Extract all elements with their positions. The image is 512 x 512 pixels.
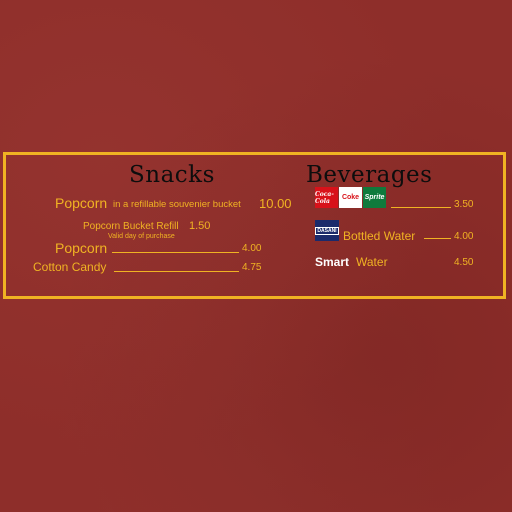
popcorn-bucket-desc: in a refillable souvenier bucket — [113, 199, 241, 210]
coca-cola-logo: Coca-Cola — [315, 187, 338, 208]
bottled-water-leader-line — [424, 238, 451, 239]
bottled-water-price: 4.00 — [454, 231, 474, 242]
popcorn-bucket-price: 10.00 — [259, 196, 292, 211]
popcorn-leader-line — [112, 252, 239, 253]
cotton-candy-name: Cotton Candy — [33, 260, 107, 274]
cotton-candy-price: 4.75 — [242, 262, 262, 273]
smart-water-price: 4.50 — [454, 257, 474, 268]
beverages-heading: Beverages — [306, 162, 433, 188]
popcorn-bucket-name: Popcorn — [55, 195, 108, 211]
snacks-heading: Snacks — [129, 162, 215, 188]
dasani-logo: DASANI — [315, 220, 339, 241]
popcorn-price: 4.00 — [242, 243, 262, 254]
soda-leader-line — [391, 207, 451, 208]
soda-price: 3.50 — [454, 199, 474, 210]
cotton-candy-leader-line — [114, 271, 239, 272]
smart-water-brand: Smart — [315, 255, 350, 269]
bottled-water-name: Bottled Water — [343, 229, 416, 243]
refill-name: Popcorn Bucket Refill — [83, 221, 179, 232]
refill-note: Valid day of purchase — [108, 233, 175, 240]
smart-water-name: Water — [356, 255, 388, 269]
coke-logo: Coke — [339, 187, 362, 208]
popcorn-name: Popcorn — [55, 240, 108, 256]
sprite-logo: Sprite — [363, 187, 386, 208]
refill-price: 1.50 — [189, 220, 211, 232]
